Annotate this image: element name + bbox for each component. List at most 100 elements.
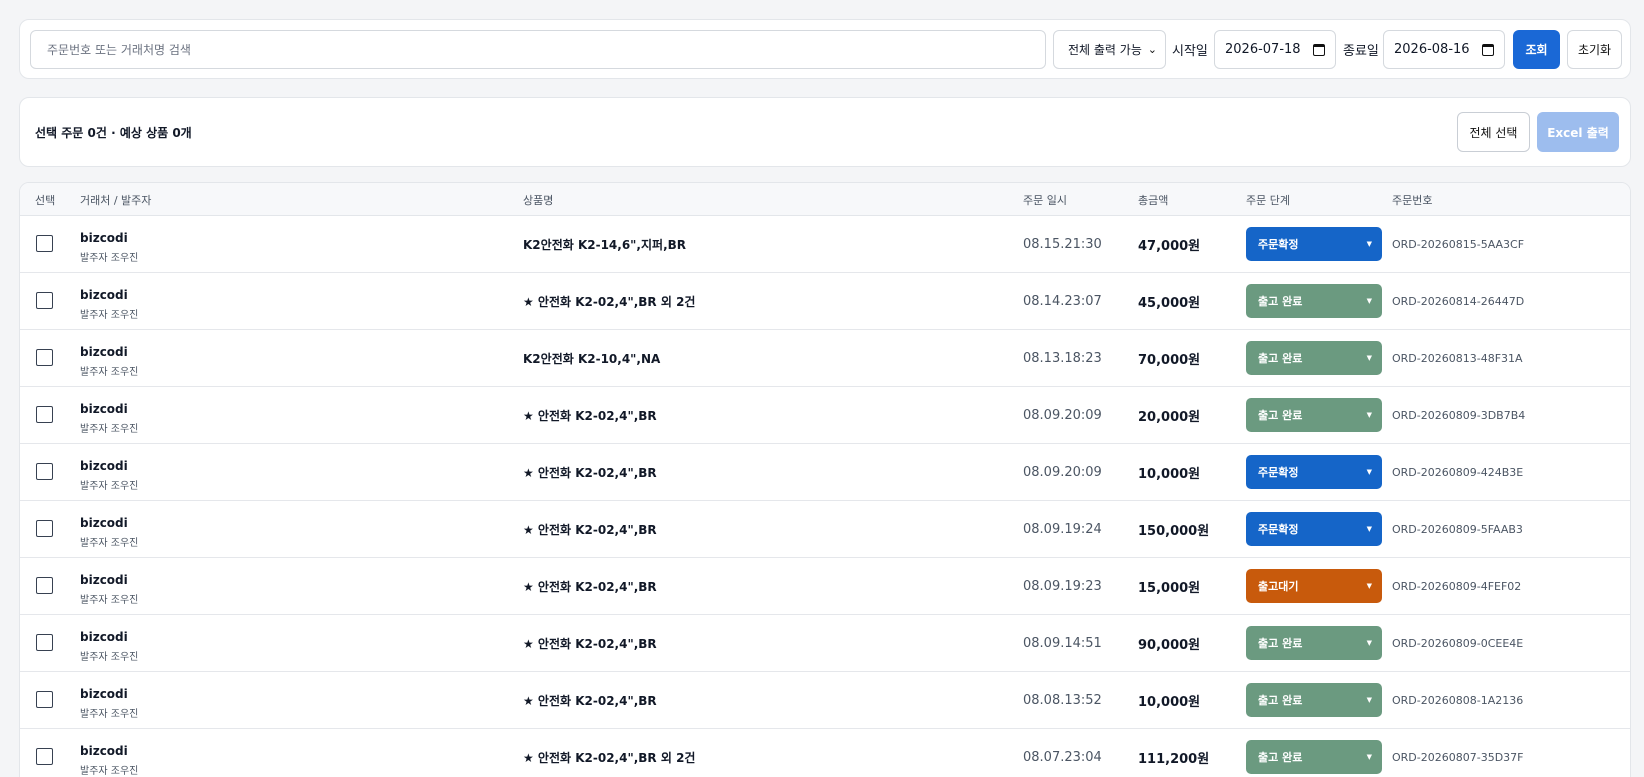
- caret-down-icon: ▼: [1366, 582, 1372, 590]
- table-row: bizcodi 발주자 조우진 ★ 안전화 K2-02,4",BR 08.09.20:…: [20, 387, 1630, 444]
- order-stage-value: 출고 완료: [1258, 694, 1303, 707]
- row-checkbox[interactable]: [36, 463, 53, 480]
- end-date-label: 종료일: [1343, 44, 1379, 59]
- start-date-label: 시작일: [1172, 44, 1208, 59]
- header-select: 선택: [35, 193, 56, 207]
- orderer-name: 발주자 조우진: [80, 367, 139, 378]
- order-stage-value: 주문확정: [1258, 466, 1299, 479]
- table-row: bizcodi 발주자 조우진 ★ 안전화 K2-02,4",BR 외 2건 08.0…: [20, 729, 1630, 777]
- client-name: bizcodi: [80, 744, 128, 758]
- end-date-value: 2026-08-16: [1394, 42, 1470, 57]
- header-product: 상품명: [523, 193, 554, 207]
- table-header: 선택 거래처 / 발주자 상품명 주문 일시 총금액 주문 단계 주문번호: [20, 183, 1630, 216]
- total-amount: 10,000원: [1138, 466, 1201, 482]
- order-stage-select[interactable]: 출고 완료 ▼: [1246, 398, 1382, 432]
- excel-export-button[interactable]: Excel 출력: [1537, 112, 1619, 152]
- order-date: 08.14.23:07: [1023, 293, 1102, 309]
- product-name: ★ 안전화 K2-02,4",BR: [523, 579, 657, 594]
- chevron-down-icon: ⌄: [1147, 43, 1157, 56]
- calendar-icon[interactable]: [1482, 43, 1494, 56]
- row-checkbox[interactable]: [36, 634, 53, 651]
- order-number: ORD-20260809-0CEE4E: [1392, 636, 1524, 650]
- client-name: bizcodi: [80, 687, 128, 701]
- client-name: bizcodi: [80, 516, 128, 530]
- product-name: ★ 안전화 K2-02,4",BR: [523, 693, 657, 708]
- caret-down-icon: ▼: [1366, 468, 1372, 476]
- orderer-name: 발주자 조우진: [80, 253, 139, 264]
- end-date-field[interactable]: 2026-08-16: [1383, 30, 1505, 69]
- order-number: ORD-20260809-5FAAB3: [1392, 522, 1523, 536]
- client-name: bizcodi: [80, 459, 128, 473]
- total-amount: 20,000원: [1138, 409, 1201, 425]
- client-name: bizcodi: [80, 402, 128, 416]
- order-date: 08.07.23:04: [1023, 749, 1102, 765]
- row-checkbox[interactable]: [36, 406, 53, 423]
- product-name: ★ 안전화 K2-02,4",BR: [523, 408, 657, 423]
- order-stage-select[interactable]: 출고 완료 ▼: [1246, 626, 1382, 660]
- selection-summary-text: 선택 주문 0건 · 예상 상품 0개: [35, 125, 192, 140]
- order-stage-value: 출고 완료: [1258, 637, 1303, 650]
- header-order-date: 주문 일시: [1023, 193, 1067, 207]
- total-amount: 70,000원: [1138, 352, 1201, 368]
- order-stage-select[interactable]: 출고대기 ▼: [1246, 569, 1382, 603]
- row-checkbox[interactable]: [36, 520, 53, 537]
- row-checkbox[interactable]: [36, 235, 53, 252]
- order-stage-select[interactable]: 주문확정 ▼: [1246, 227, 1382, 261]
- orders-table: 선택 거래처 / 발주자 상품명 주문 일시 총금액 주문 단계 주문번호 bi…: [19, 182, 1631, 777]
- caret-down-icon: ▼: [1366, 411, 1372, 419]
- order-number: ORD-20260808-1A2136: [1392, 693, 1524, 707]
- caret-down-icon: ▼: [1366, 240, 1372, 248]
- orderer-name: 발주자 조우진: [80, 766, 139, 777]
- product-name: K2안전화 K2-14,6",지퍼,BR: [523, 237, 687, 252]
- row-checkbox[interactable]: [36, 691, 53, 708]
- table-row: bizcodi 발주자 조우진 ★ 안전화 K2-02,4",BR 08.09.20:…: [20, 444, 1630, 501]
- header-amount: 총금액: [1138, 193, 1169, 207]
- row-checkbox[interactable]: [36, 577, 53, 594]
- table-row: bizcodi 발주자 조우진 K2안전화 K2-10,4",NA 08.13.18:…: [20, 330, 1630, 387]
- product-name: ★ 안전화 K2-02,4",BR 외 2건: [523, 750, 696, 765]
- select-all-button[interactable]: 전체 선택: [1457, 112, 1530, 152]
- table-row: bizcodi 발주자 조우진 ★ 안전화 K2-02,4",BR 08.09.19:…: [20, 501, 1630, 558]
- caret-down-icon: ▼: [1366, 297, 1372, 305]
- order-stage-select[interactable]: 출고 완료 ▼: [1246, 683, 1382, 717]
- calendar-icon[interactable]: [1313, 43, 1325, 56]
- product-name: ★ 안전화 K2-02,4",BR: [523, 465, 657, 480]
- client-name: bizcodi: [80, 288, 128, 302]
- total-amount: 10,000원: [1138, 694, 1201, 710]
- order-stage-select[interactable]: 주문확정 ▼: [1246, 512, 1382, 546]
- order-stage-select[interactable]: 출고 완료 ▼: [1246, 341, 1382, 375]
- search-input[interactable]: [30, 30, 1046, 69]
- total-amount: 90,000원: [1138, 637, 1201, 653]
- order-number: ORD-20260809-3DB7B4: [1392, 408, 1526, 422]
- caret-down-icon: ▼: [1366, 696, 1372, 704]
- reset-button[interactable]: 초기화: [1567, 30, 1622, 69]
- order-date: 08.09.20:09: [1023, 407, 1102, 423]
- total-amount: 111,200원: [1138, 751, 1210, 767]
- query-button[interactable]: 조회: [1513, 30, 1560, 69]
- caret-down-icon: ▼: [1366, 639, 1372, 647]
- header-order-number: 주문번호: [1392, 193, 1433, 207]
- total-amount: 45,000원: [1138, 295, 1201, 311]
- row-checkbox[interactable]: [36, 349, 53, 366]
- order-number: ORD-20260815-5AA3CF: [1392, 237, 1525, 251]
- caret-down-icon: ▼: [1366, 354, 1372, 362]
- row-checkbox[interactable]: [36, 748, 53, 765]
- order-stage-select[interactable]: 출고 완료 ▼: [1246, 284, 1382, 318]
- order-stage-select[interactable]: 출고 완료 ▼: [1246, 740, 1382, 774]
- order-number: ORD-20260809-4FEF02: [1392, 579, 1522, 593]
- order-stage-value: 출고 완료: [1258, 295, 1303, 308]
- table-row: bizcodi 발주자 조우진 ★ 안전화 K2-02,4",BR 외 2건 08.1…: [20, 273, 1630, 330]
- table-row: bizcodi 발주자 조우진 K2안전화 K2-14,6",지퍼,BR 08.15.…: [20, 216, 1630, 273]
- order-date: 08.08.13:52: [1023, 692, 1102, 708]
- order-stage-select[interactable]: 주문확정 ▼: [1246, 455, 1382, 489]
- client-name: bizcodi: [80, 630, 128, 644]
- total-amount: 150,000원: [1138, 523, 1210, 539]
- order-stage-value: 주문확정: [1258, 238, 1299, 251]
- orderer-name: 발주자 조우진: [80, 652, 139, 663]
- row-checkbox[interactable]: [36, 292, 53, 309]
- start-date-field[interactable]: 2026-07-18: [1214, 30, 1336, 69]
- print-filter-value: 전체 출력 가능: [1068, 43, 1142, 57]
- search-bar: 전체 출력 가능 ⌄ 시작일 2026-07-18 종료일 2026-08-16…: [19, 19, 1631, 79]
- orderer-name: 발주자 조우진: [80, 310, 139, 321]
- print-filter-select[interactable]: 전체 출력 가능 ⌄: [1053, 30, 1166, 69]
